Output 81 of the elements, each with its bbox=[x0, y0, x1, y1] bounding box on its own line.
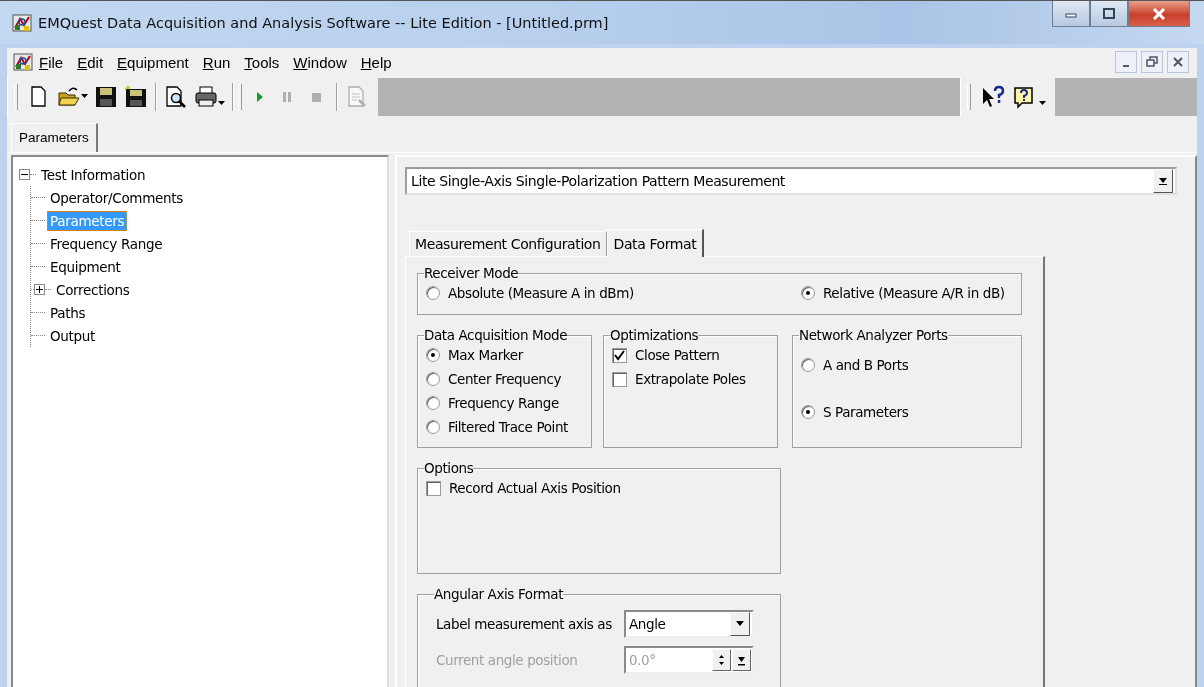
restore-icon bbox=[1146, 56, 1158, 68]
folder-icon bbox=[57, 85, 81, 109]
checkbox-label: Record Actual Axis Position bbox=[449, 480, 621, 496]
radio-label: S Parameters bbox=[823, 404, 909, 420]
help-icon bbox=[1012, 85, 1036, 109]
menu-item[interactable]: Tools bbox=[238, 51, 286, 73]
tree-item[interactable]: Output bbox=[47, 325, 99, 346]
radio-button[interactable] bbox=[426, 286, 440, 300]
radio-button[interactable] bbox=[801, 405, 815, 419]
dropdown-arrow-icon bbox=[735, 620, 745, 628]
group-title: Optimizations bbox=[610, 327, 699, 343]
restore-button[interactable] bbox=[1141, 51, 1163, 73]
close-icon bbox=[1151, 7, 1167, 20]
group-title: Receiver Mode bbox=[424, 265, 519, 281]
measurement-dropdown[interactable]: Lite Single-Axis Single-Polarization Pattern Measurement bbox=[405, 167, 1177, 195]
menu-item[interactable]: Edit bbox=[71, 51, 110, 73]
dropdown-value: Lite Single-Axis Single-Polarization Pattern Measurement bbox=[410, 173, 786, 189]
maximize-icon bbox=[1101, 7, 1117, 20]
field-label: Current angle position bbox=[436, 652, 579, 668]
printer-icon bbox=[194, 85, 218, 109]
expand-icon[interactable] bbox=[34, 284, 45, 295]
group-title: Network Analyzer Ports bbox=[799, 327, 948, 343]
close-button[interactable] bbox=[1128, 1, 1190, 27]
document-tab[interactable]: Parameters bbox=[11, 123, 98, 152]
radio-label: Center Frequency bbox=[448, 371, 562, 387]
radio-button[interactable] bbox=[426, 372, 440, 386]
radio-label: Absolute (Measure A in dBm) bbox=[448, 285, 634, 301]
minimize-icon bbox=[1123, 65, 1129, 67]
tab[interactable]: Data Format bbox=[606, 229, 705, 257]
tree-item[interactable]: Equipment bbox=[47, 256, 124, 277]
radio-button[interactable] bbox=[426, 348, 440, 362]
magnifier-page-icon bbox=[164, 85, 188, 109]
floppy-disk-icon bbox=[124, 85, 148, 109]
axis-label-dropdown[interactable]: Angle bbox=[624, 610, 754, 638]
radio-button[interactable] bbox=[426, 420, 440, 434]
tab[interactable]: Measurement Configuration bbox=[409, 231, 607, 256]
radio-label: A and B Ports bbox=[823, 357, 909, 373]
radio-label: Frequency Range bbox=[448, 395, 559, 411]
tree-item[interactable]: Frequency Range bbox=[47, 233, 166, 254]
radio-label: Max Marker bbox=[448, 347, 523, 363]
checkbox[interactable] bbox=[612, 347, 627, 363]
checkbox[interactable] bbox=[612, 371, 627, 387]
checkbox-label: Close Pattern bbox=[635, 347, 720, 363]
radio-button[interactable] bbox=[801, 286, 815, 300]
close-icon bbox=[1172, 56, 1184, 68]
field-label: Label measurement axis as bbox=[436, 616, 613, 632]
radio-button[interactable] bbox=[426, 396, 440, 410]
window-title: EMQuest Data Acquisition and Analysis Software -- Lite Edition - [Untitled.prm] bbox=[38, 14, 610, 31]
dropdown-arrow-icon bbox=[81, 94, 88, 98]
menu-item[interactable]: Equipment bbox=[111, 51, 195, 73]
tree-item[interactable]: Test Information bbox=[38, 164, 149, 185]
plus-icon bbox=[36, 286, 43, 293]
dropdown-arrow-icon bbox=[1039, 101, 1046, 105]
menu-item[interactable]: File bbox=[33, 51, 70, 73]
collapse-icon[interactable] bbox=[19, 169, 30, 180]
checkbox-label: Extrapolate Poles bbox=[635, 371, 746, 387]
document-icon[interactable] bbox=[13, 53, 33, 71]
tree-item[interactable]: Operator/Comments bbox=[47, 187, 187, 208]
minus-icon bbox=[21, 171, 28, 178]
maximize-button[interactable] bbox=[1090, 1, 1128, 27]
app-icon bbox=[12, 13, 32, 32]
group-title: Angular Axis Format bbox=[434, 586, 564, 602]
menu-item[interactable]: Run bbox=[196, 51, 237, 73]
play-icon bbox=[257, 92, 263, 102]
group-title: Data Acquisition Mode bbox=[424, 327, 568, 343]
radio-label: Filtered Trace Point bbox=[448, 419, 568, 435]
close-button[interactable] bbox=[1167, 51, 1189, 73]
tree-item[interactable]: Corrections bbox=[53, 279, 133, 300]
dropdown-arrow-icon bbox=[218, 101, 225, 105]
tree-item[interactable]: Paths bbox=[47, 302, 89, 323]
spinner-arrows-icon bbox=[717, 653, 726, 667]
menu-item[interactable]: Window bbox=[287, 51, 353, 73]
radio-button[interactable] bbox=[801, 358, 815, 372]
menu-item[interactable]: Help bbox=[354, 51, 398, 73]
checkmark-icon bbox=[614, 349, 625, 361]
checkbox[interactable] bbox=[426, 480, 441, 496]
radio-label: Relative (Measure A/R in dB) bbox=[823, 285, 1005, 301]
help-pointer-icon bbox=[980, 85, 1006, 109]
minimize-button[interactable] bbox=[1115, 51, 1137, 73]
dropdown-arrow-icon bbox=[1158, 177, 1168, 185]
group-title: Options bbox=[424, 460, 474, 476]
